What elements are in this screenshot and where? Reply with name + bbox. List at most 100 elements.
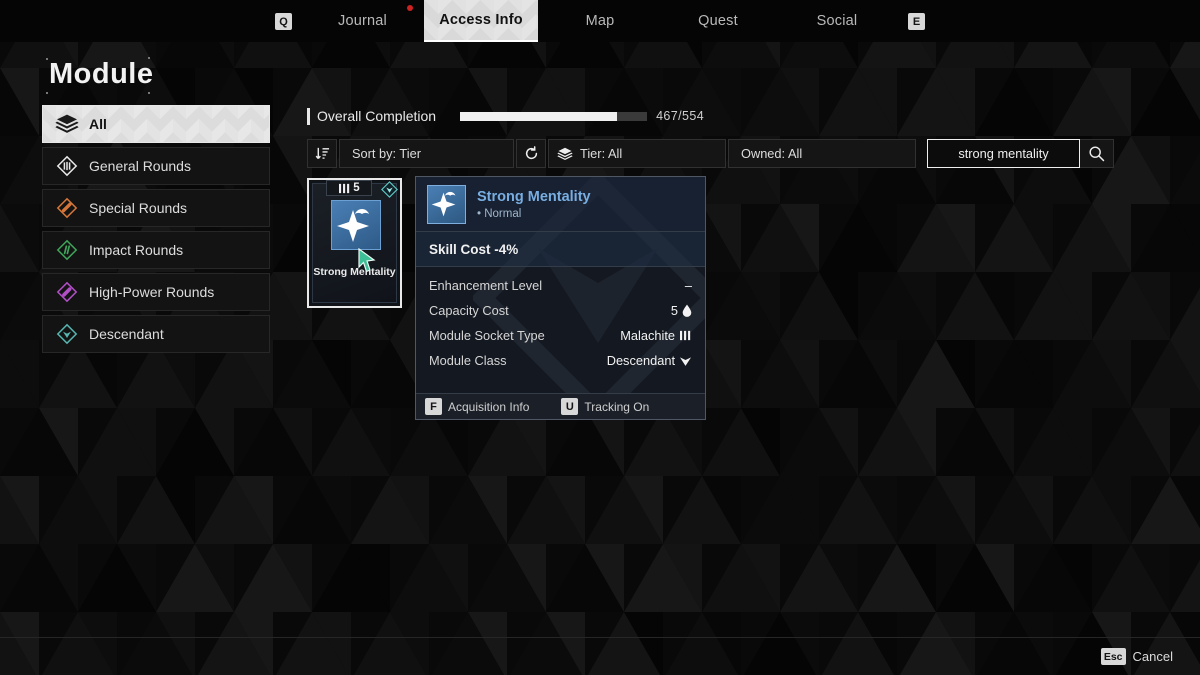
detail-stat-value-group: – bbox=[685, 278, 692, 293]
descendant-class-icon bbox=[381, 181, 398, 198]
acquisition-info-label: Acquisition Info bbox=[448, 399, 530, 414]
completion-progress-bar bbox=[460, 111, 648, 121]
module-card-thumbnail bbox=[331, 200, 381, 250]
bottom-action-bar: Esc Cancel bbox=[0, 638, 1200, 675]
module-card-cost-badge: 5 bbox=[326, 180, 372, 196]
tab-journal[interactable]: Journal bbox=[310, 0, 415, 42]
search-icon bbox=[1089, 146, 1105, 162]
detail-module-title: Strong Mentality bbox=[477, 188, 591, 205]
tab-social[interactable]: Social bbox=[786, 0, 888, 42]
content-header: Overall Completion 467/554 Sort by: Tier bbox=[307, 103, 1114, 168]
mouse-cursor-icon bbox=[358, 248, 376, 273]
completion-progress-fill bbox=[460, 111, 618, 121]
module-card-cost-value: 5 bbox=[353, 182, 360, 194]
sidebar-item-descendant[interactable]: Descendant bbox=[42, 315, 270, 353]
layers-icon bbox=[55, 112, 79, 136]
detail-stat-label: Capacity Cost bbox=[429, 303, 509, 318]
strong-mentality-sigil-icon bbox=[337, 209, 369, 242]
detail-stat-row: Enhancement Level – bbox=[416, 273, 705, 298]
module-detail-panel: Strong Mentality • Normal Skill Cost -4%… bbox=[415, 176, 706, 420]
tab-social-label: Social bbox=[816, 13, 858, 29]
detail-stat-row: Module Class Descendant bbox=[416, 348, 705, 373]
detail-stat-value-group: Descendant bbox=[607, 353, 692, 368]
refresh-icon bbox=[525, 146, 537, 160]
tracking-toggle-label: Tracking On bbox=[584, 399, 650, 414]
sidebar-category-list: All General Rounds Special Rounds Impact Ro… bbox=[42, 105, 270, 357]
sidebar-item-label: General Rounds bbox=[89, 158, 191, 174]
tab-map-label: Map bbox=[585, 13, 615, 29]
next-tab-key-badge[interactable]: E bbox=[908, 13, 925, 30]
detail-stat-label: Module Socket Type bbox=[429, 328, 545, 343]
descendant-class-icon bbox=[679, 356, 692, 366]
detail-effect-row: Skill Cost -4% bbox=[416, 231, 705, 267]
search-input[interactable]: strong mentality bbox=[927, 139, 1080, 168]
sidebar-item-high-power-rounds[interactable]: High-Power Rounds bbox=[42, 273, 270, 311]
title-deco-dot bbox=[46, 58, 48, 60]
tab-map[interactable]: Map bbox=[549, 0, 651, 42]
general-rounds-icon bbox=[56, 155, 78, 177]
sort-by-dropdown[interactable]: Sort by: Tier bbox=[339, 139, 514, 168]
top-navigation-bar: Q Journal Access Info Map Quest Social E bbox=[0, 0, 1200, 42]
acquisition-info-action[interactable]: F Acquisition Info bbox=[425, 398, 529, 415]
sort-direction-button[interactable] bbox=[307, 139, 337, 168]
detail-stat-list: Enhancement Level – Capacity Cost 5 Module S… bbox=[416, 273, 705, 373]
acquisition-info-key: F bbox=[425, 398, 442, 415]
detail-footer: F Acquisition Info U Tracking On bbox=[416, 393, 705, 419]
detail-stat-value-group: Malachite bbox=[620, 328, 692, 343]
tab-access-info[interactable]: Access Info bbox=[424, 0, 538, 42]
page-title: Module bbox=[49, 58, 154, 90]
strong-mentality-sigil-icon bbox=[431, 191, 456, 216]
sidebar-item-impact-rounds[interactable]: Impact Rounds bbox=[42, 231, 270, 269]
module-card-name: Strong Mentality bbox=[313, 266, 396, 278]
sidebar-item-general-rounds[interactable]: General Rounds bbox=[42, 147, 270, 185]
tracking-toggle-action[interactable]: U Tracking On bbox=[561, 398, 649, 415]
tab-quest[interactable]: Quest bbox=[667, 0, 769, 42]
search-button[interactable] bbox=[1080, 139, 1114, 168]
owned-filter-dropdown[interactable]: Owned: All bbox=[728, 139, 916, 168]
sidebar-item-label: Special Rounds bbox=[89, 200, 188, 216]
title-deco-dot bbox=[46, 92, 48, 94]
cancel-key-badge[interactable]: Esc bbox=[1100, 648, 1126, 665]
detail-stat-row: Capacity Cost 5 bbox=[416, 298, 705, 323]
tier-filter-dropdown[interactable]: Tier: All bbox=[548, 139, 726, 168]
capacity-droplet-icon bbox=[682, 304, 692, 317]
impact-rounds-icon bbox=[56, 239, 78, 261]
detail-stat-value: 5 bbox=[670, 303, 678, 318]
detail-effect-text: Skill Cost -4% bbox=[429, 241, 519, 257]
sidebar-item-label: High-Power Rounds bbox=[89, 284, 215, 300]
detail-stat-value: – bbox=[684, 278, 692, 293]
detail-thumbnail bbox=[427, 184, 466, 224]
search-input-value: strong mentality bbox=[958, 146, 1049, 161]
detail-stat-row: Module Socket Type Malachite bbox=[416, 323, 705, 348]
special-rounds-icon bbox=[55, 196, 79, 220]
module-card-strong-mentality[interactable]: 5 Strong Mentality bbox=[307, 178, 402, 308]
tab-access-info-label: Access Info bbox=[439, 12, 523, 28]
refresh-button[interactable] bbox=[516, 139, 546, 168]
detail-header-text: Strong Mentality • Normal bbox=[477, 189, 591, 220]
accent-bar bbox=[307, 107, 310, 125]
notification-dot bbox=[407, 5, 413, 11]
sidebar-item-all[interactable]: All bbox=[42, 105, 270, 143]
filter-toolbar: Sort by: Tier Tier: All Owned: All stron… bbox=[307, 139, 1114, 168]
tracking-toggle-key: U bbox=[561, 398, 579, 415]
tab-quest-label: Quest bbox=[698, 13, 738, 29]
detail-stat-value: Malachite bbox=[620, 328, 675, 343]
overall-completion-label: Overall Completion bbox=[317, 108, 437, 124]
special-rounds-icon bbox=[56, 197, 78, 219]
tab-journal-label: Journal bbox=[338, 13, 387, 29]
sidebar-item-label: Descendant bbox=[89, 326, 164, 342]
descendant-icon bbox=[55, 322, 79, 346]
high-power-rounds-icon bbox=[55, 280, 79, 304]
layers-icon bbox=[55, 114, 79, 133]
completion-progress-text: 467/554 bbox=[656, 109, 705, 123]
sidebar-item-label: All bbox=[89, 116, 107, 132]
prev-tab-key-badge[interactable]: Q bbox=[275, 13, 292, 30]
detail-stat-label: Enhancement Level bbox=[429, 278, 543, 293]
tier-filter-label: Tier: All bbox=[580, 146, 623, 161]
sidebar-item-special-rounds[interactable]: Special Rounds bbox=[42, 189, 270, 227]
sort-by-label: Sort by: Tier bbox=[352, 146, 421, 161]
title-deco-dot bbox=[148, 92, 150, 94]
detail-header: Strong Mentality • Normal bbox=[416, 177, 705, 231]
malachite-socket-icon bbox=[680, 330, 691, 341]
